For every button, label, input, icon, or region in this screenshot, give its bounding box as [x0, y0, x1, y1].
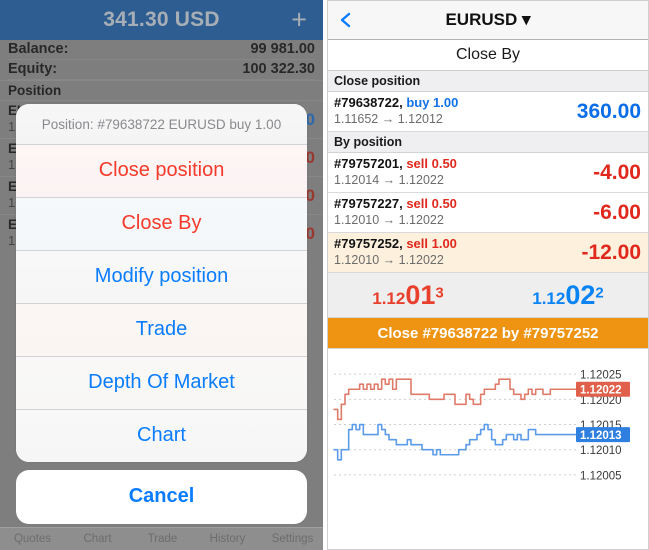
ask-prefix: 1.12 [532, 288, 566, 308]
chart-y-tick-label: 1.12025 [580, 370, 622, 382]
close-position-row[interactable]: #79638722, buy 1.00 1.11652 → 1.12012 36… [328, 92, 648, 132]
chart-y-tick-label: 1.12005 [580, 470, 622, 482]
close-by-button[interactable]: Close By [16, 198, 307, 251]
bid-main: 01 [405, 279, 436, 310]
deal-profit: -6.00 [593, 200, 641, 224]
action-sheet: Position: #79638722 EURUSD buy 1.00 Clos… [16, 104, 307, 524]
deal-side: sell 0.50 [406, 196, 457, 211]
screen-subtitle: Close By [328, 40, 648, 71]
symbol-title[interactable]: EURUSD ▾ [445, 10, 530, 30]
by-position-row-selected[interactable]: #79757252, sell 1.00 1.12010 → 1.12022 -… [328, 233, 648, 273]
deal-ticket: #79757227, [334, 196, 403, 211]
chevron-left-icon[interactable] [337, 11, 355, 29]
chart-button[interactable]: Chart [16, 410, 307, 462]
close-position-button[interactable]: Close position [16, 145, 307, 198]
account-value: 100 322.30 [242, 61, 315, 77]
tab-chart[interactable]: Chart [65, 533, 130, 545]
tab-quotes[interactable]: Quotes [0, 533, 65, 545]
deal-profit: -4.00 [593, 160, 641, 184]
tab-history[interactable]: History [195, 533, 260, 545]
chart-last-price-label-bid: 1.12013 [580, 430, 622, 442]
screenshot-root: 341.30 USD + Balance: 99 981.00 Equity: … [0, 0, 649, 550]
account-balance-title: 341.30 USD [103, 8, 220, 31]
deal-ticket: #79757201, [334, 156, 403, 171]
bid-prefix: 1.12 [372, 288, 406, 308]
account-label: Equity: [8, 61, 58, 77]
left-navbar: 341.30 USD + [0, 0, 323, 40]
action-sheet-group: Position: #79638722 EURUSD buy 1.00 Clos… [16, 104, 307, 462]
account-row: Equity: 100 322.30 [8, 60, 315, 80]
chart-line-bid [333, 423, 577, 461]
tick-chart[interactable]: 1.12005 1.12010 1.12015 1.12020 1.12025 1.120… [328, 349, 648, 497]
close-position-section-header: Close position [328, 71, 648, 92]
chart-last-price-label-ask: 1.12022 [580, 385, 622, 397]
account-value: 99 981.00 [250, 41, 315, 57]
tab-trade[interactable]: Trade [130, 533, 195, 545]
deal-side: sell 1.00 [406, 236, 457, 251]
ask-price[interactable]: 1.12022 [488, 279, 648, 310]
positions-section-header: Position [0, 80, 323, 100]
trade-button[interactable]: Trade [16, 304, 307, 357]
ask-fraction: 2 [595, 284, 604, 302]
deal-ticket: #79638722, [334, 95, 403, 110]
account-label: Balance: [8, 41, 69, 57]
plus-icon[interactable]: + [291, 6, 307, 34]
chart-y-tick-label: 1.12010 [580, 445, 622, 457]
deal-side: sell 0.50 [406, 156, 457, 171]
bid-price[interactable]: 1.12013 [328, 279, 488, 310]
by-position-row[interactable]: #79757201, sell 0.50 1.12014 → 1.12022 -… [328, 153, 648, 193]
right-phone-panel: EURUSD ▾ Close By Close position #796387… [327, 0, 649, 550]
close-by-confirm-button[interactable]: Close #79638722 by #79757252 [328, 318, 648, 349]
action-sheet-title: Position: #79638722 EURUSD buy 1.00 [16, 104, 307, 145]
left-phone-panel: 341.30 USD + Balance: 99 981.00 Equity: … [0, 0, 325, 550]
ask-main: 02 [565, 279, 596, 310]
modify-position-button[interactable]: Modify position [16, 251, 307, 304]
account-row: Balance: 99 981.00 [8, 40, 315, 60]
by-position-row[interactable]: #79757227, sell 0.50 1.12010 → 1.12022 -… [328, 193, 648, 233]
deal-side: buy 1.00 [406, 95, 459, 110]
deal-ticket: #79757252, [334, 236, 403, 251]
cancel-button[interactable]: Cancel [16, 470, 307, 524]
depth-of-market-button[interactable]: Depth Of Market [16, 357, 307, 410]
tab-settings[interactable]: Settings [260, 533, 323, 545]
tab-bar: Quotes Chart Trade History Settings [0, 527, 323, 550]
deal-profit: -12.00 [581, 240, 641, 264]
right-navbar: EURUSD ▾ [328, 1, 648, 40]
account-summary: Balance: 99 981.00 Equity: 100 322.30 [0, 40, 323, 80]
deal-profit: 360.00 [576, 99, 641, 123]
tick-chart-svg: 1.120051.120101.120151.120201.120251.120… [333, 370, 630, 482]
bid-fraction: 3 [435, 284, 444, 302]
quote-bar: 1.12013 1.12022 [328, 273, 648, 318]
by-position-section-header: By position [328, 132, 648, 153]
